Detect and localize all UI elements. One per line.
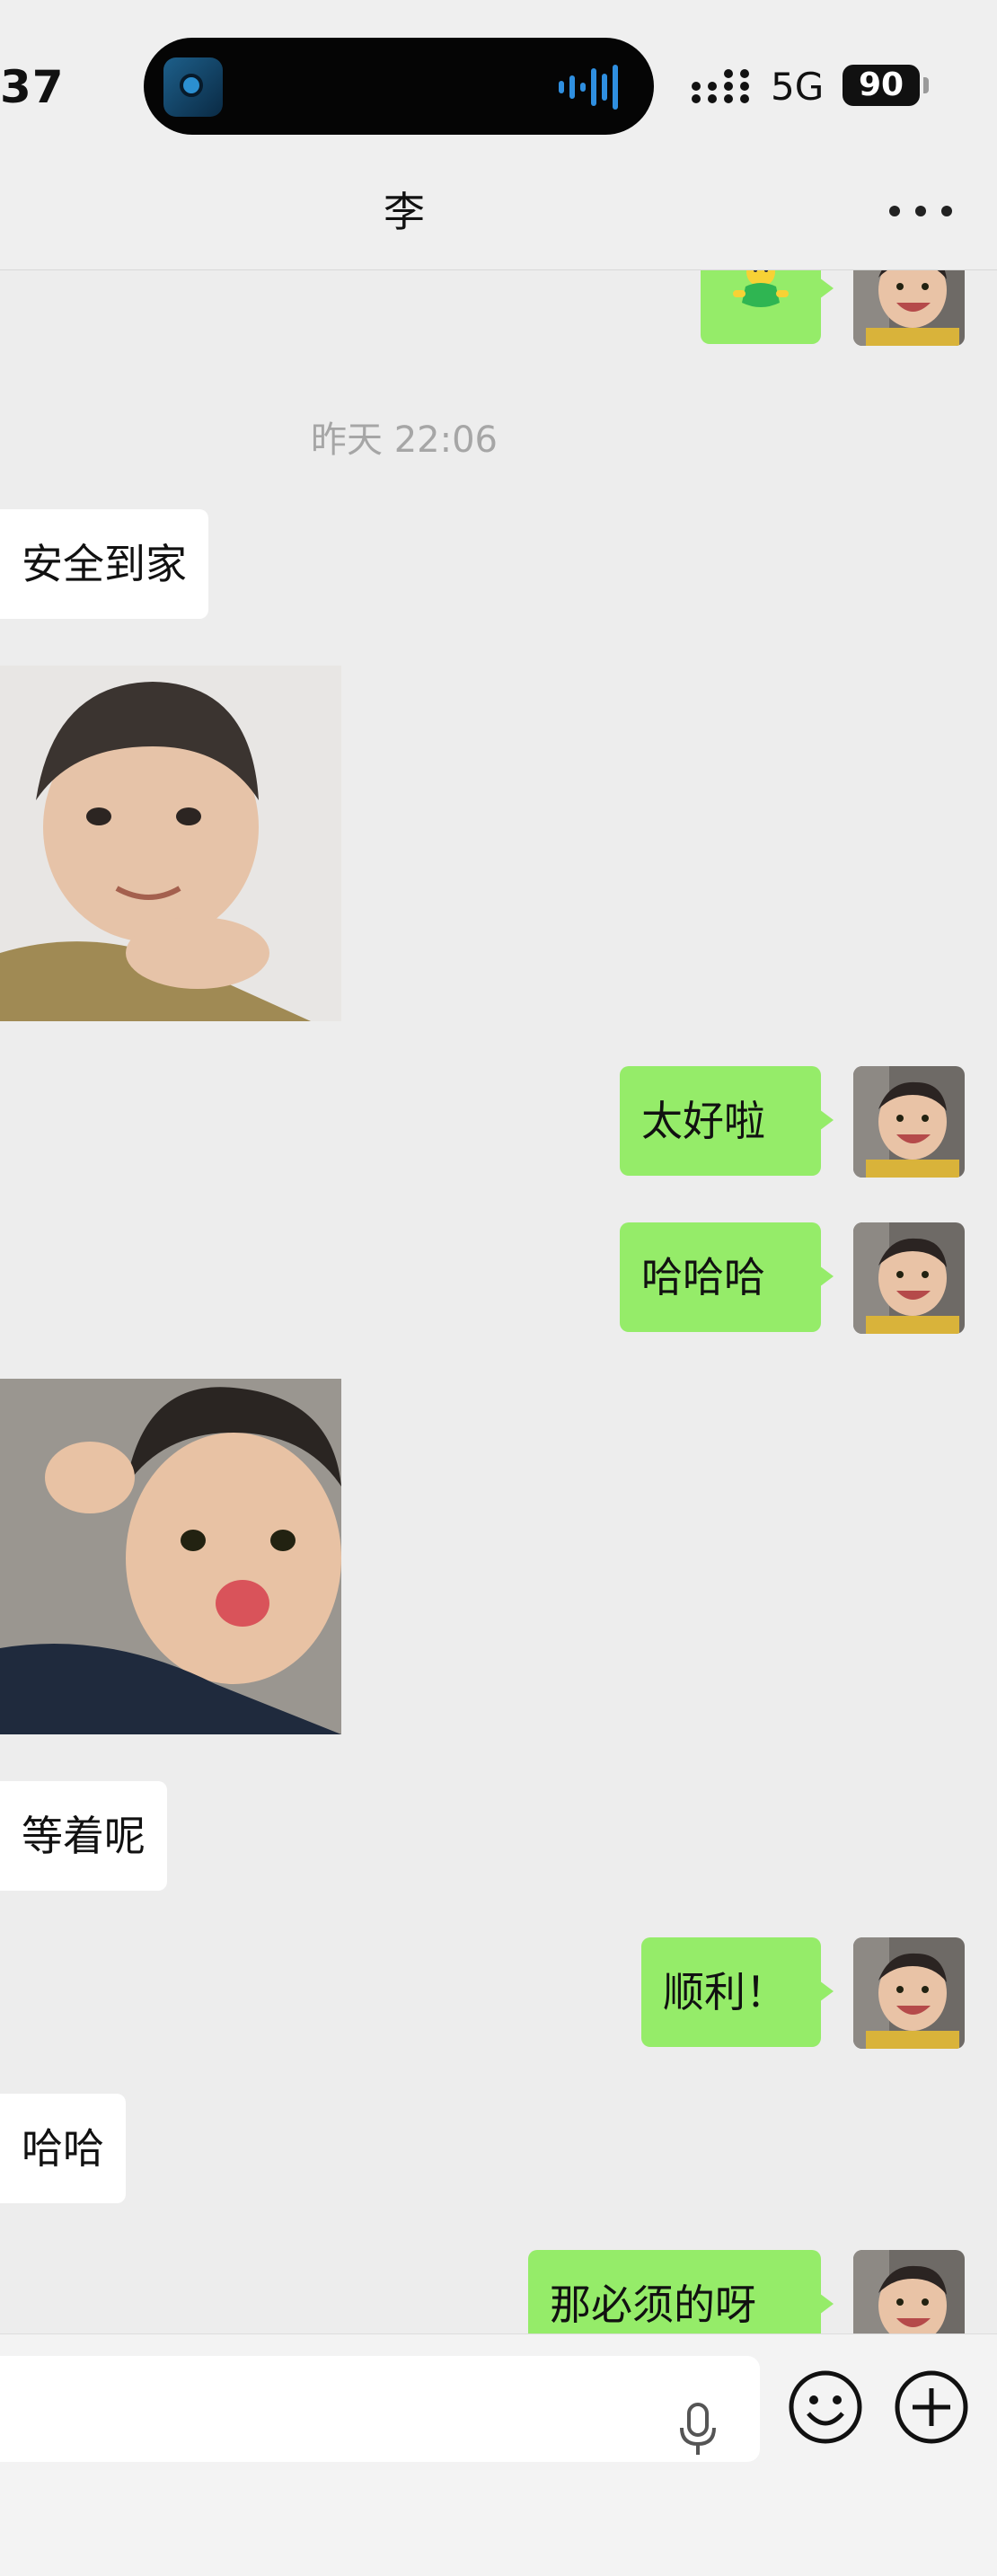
- audio-wave-icon: [559, 65, 618, 110]
- chat-title[interactable]: 李: [0, 180, 808, 239]
- clock: 37: [0, 61, 65, 113]
- sent-message[interactable]: 顺利！: [641, 1937, 834, 2047]
- sent-sticker-bubble[interactable]: [701, 270, 834, 344]
- received-sticker-thinking-kid[interactable]: [0, 666, 341, 1021]
- green-figure-sticker: [733, 270, 789, 307]
- dynamic-island[interactable]: [144, 38, 654, 135]
- received-message[interactable]: 等着呢: [0, 1781, 167, 1891]
- battery-icon: 90: [843, 65, 920, 106]
- message-timestamp: 昨天 22:06: [311, 419, 498, 461]
- chat-screen: 37 5G 90 李 昨天 22:06 安全到家 太好啦 哈哈哈 等着呢 顺利！…: [0, 0, 997, 2576]
- my-avatar[interactable]: [853, 270, 965, 346]
- network-label: 5G: [771, 65, 825, 109]
- battery-cap: [923, 77, 929, 93]
- message-list[interactable]: 昨天 22:06 安全到家 太好啦 哈哈哈 等着呢 顺利！ 哈哈 那必须的呀: [0, 270, 997, 2333]
- input-bar: [0, 2333, 997, 2576]
- received-sticker-kissing-kid[interactable]: [0, 1379, 341, 1734]
- sent-message[interactable]: 那必须的呀: [528, 2250, 834, 2333]
- received-message[interactable]: 哈哈: [0, 2094, 126, 2203]
- my-avatar[interactable]: [853, 2250, 965, 2333]
- sent-message[interactable]: 太好啦: [620, 1066, 834, 1176]
- mic-icon[interactable]: [675, 2401, 720, 2458]
- music-app-icon: [163, 57, 223, 117]
- received-message[interactable]: 安全到家: [0, 509, 208, 619]
- my-avatar[interactable]: [853, 1222, 965, 1334]
- plus-icon[interactable]: [893, 2369, 970, 2446]
- status-bar: 37 5G 90: [0, 0, 997, 171]
- signal-icon: [692, 69, 749, 103]
- sent-message[interactable]: 哈哈哈: [620, 1222, 834, 1332]
- more-dots-icon[interactable]: [889, 199, 952, 223]
- message-input[interactable]: [0, 2356, 760, 2462]
- my-avatar[interactable]: [853, 1937, 965, 2049]
- emoji-icon[interactable]: [787, 2369, 864, 2446]
- my-avatar[interactable]: [853, 1066, 965, 1178]
